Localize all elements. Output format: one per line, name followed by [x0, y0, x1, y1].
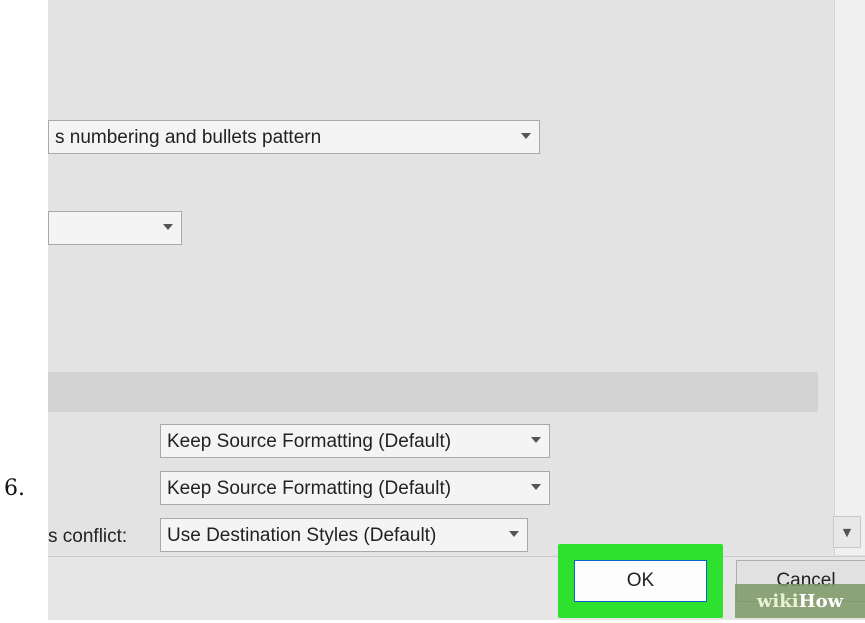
- watermark-part-1: wiki: [756, 590, 799, 612]
- paste-formatting-dropdown-2[interactable]: Keep Source Formatting (Default): [160, 471, 550, 505]
- styles-conflict-value: Use Destination Styles (Default): [167, 525, 437, 546]
- chevron-down-icon: [531, 484, 541, 490]
- styles-conflict-dropdown[interactable]: Use Destination Styles (Default): [160, 518, 528, 552]
- option-dropdown[interactable]: [48, 211, 182, 245]
- options-dialog: s numbering and bullets pattern Keep Sou…: [48, 0, 865, 620]
- cut-copy-paste-section-header: [48, 372, 818, 412]
- chevron-down-icon: [163, 224, 173, 230]
- paste-formatting-value-1: Keep Source Formatting (Default): [167, 431, 452, 452]
- vertical-scrollbar[interactable]: [834, 0, 865, 555]
- numbering-bullets-value: s numbering and bullets pattern: [55, 127, 322, 148]
- step-number: 6.: [4, 476, 25, 501]
- wikihow-watermark: wiki How: [735, 584, 865, 618]
- paste-formatting-dropdown-1[interactable]: Keep Source Formatting (Default): [160, 424, 550, 458]
- paste-formatting-value-2: Keep Source Formatting (Default): [167, 478, 452, 499]
- chevron-down-icon: [531, 437, 541, 443]
- numbering-bullets-dropdown[interactable]: s numbering and bullets pattern: [48, 120, 540, 154]
- watermark-part-2: How: [798, 590, 844, 612]
- chevron-down-icon: [521, 133, 531, 139]
- ok-button[interactable]: OK: [574, 560, 707, 602]
- chevron-down-icon: [509, 531, 519, 537]
- scroll-down-arrow-icon[interactable]: ▼: [833, 516, 861, 548]
- styles-conflict-label: s conflict:: [48, 526, 128, 547]
